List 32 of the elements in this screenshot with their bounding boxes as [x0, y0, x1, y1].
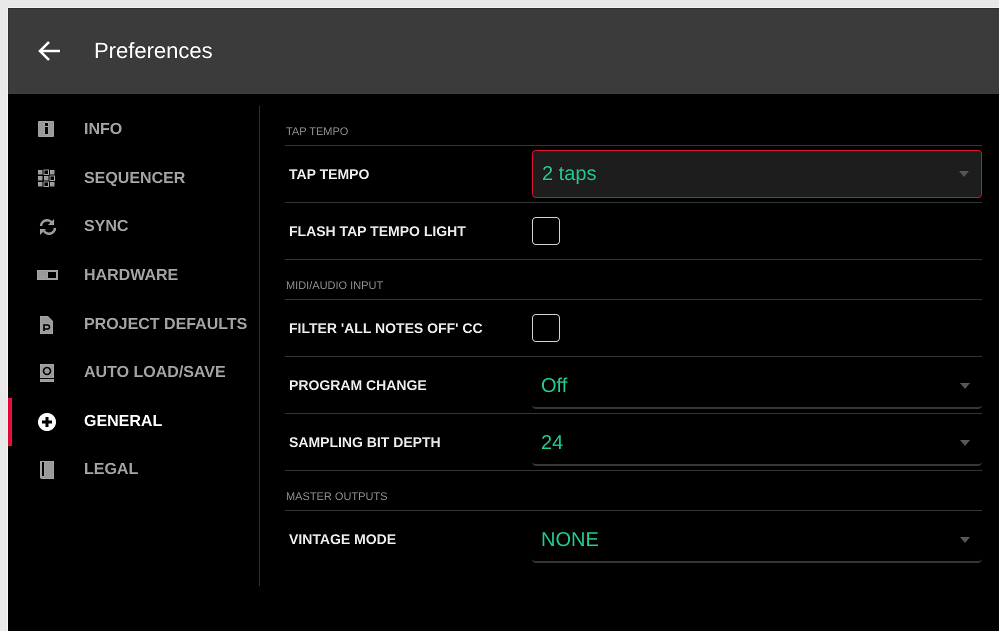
setting-label: VINTAGE MODE: [288, 531, 398, 547]
section-heading: MASTER OUTPUTS: [285, 471, 982, 511]
sidebar-item[interactable]: SEQUENCER: [8, 154, 259, 204]
checkbox[interactable]: [532, 314, 560, 342]
dropdown[interactable]: 24: [532, 422, 982, 466]
dropdown[interactable]: 2 taps: [532, 150, 982, 198]
grid-icon: [36, 168, 58, 189]
sidebar-item[interactable]: GENERAL: [8, 398, 259, 446]
sidebar-item[interactable]: PROJECT DEFAULTS: [8, 300, 259, 349]
sidebar-item[interactable]: HARDWARE: [8, 252, 259, 300]
setting-label: FLASH TAP TEMPO LIGHT: [288, 223, 467, 239]
window-title: Preferences: [94, 38, 213, 64]
setting-label: TAP TEMPO: [288, 166, 370, 182]
sidebar-item[interactable]: SYNC: [8, 203, 259, 252]
sidebar-item[interactable]: LEGAL: [8, 446, 259, 495]
caret-icon: [960, 440, 970, 446]
caret-icon: [960, 537, 970, 543]
plus-icon: [36, 412, 58, 432]
section-heading: TAP TEMPO: [285, 106, 982, 146]
caret-icon: [959, 171, 969, 177]
dropdown[interactable]: NONE: [532, 519, 982, 563]
section-heading: MIDI/AUDIO INPUT: [285, 260, 982, 300]
caret-icon: [960, 383, 970, 389]
setting-label: FILTER 'ALL NOTES OFF' CC: [288, 320, 484, 336]
dropdown[interactable]: Off: [532, 365, 982, 409]
setting-label: PROGRAM CHANGE: [288, 377, 428, 393]
back-button[interactable]: [38, 40, 62, 62]
back-arrow-icon: [38, 40, 62, 62]
sidebar-item[interactable]: INFO: [8, 106, 259, 155]
checkbox[interactable]: [532, 217, 560, 245]
setting-label: SAMPLING BIT DEPTH: [288, 434, 442, 450]
sidebar-item[interactable]: AUTO LOAD/SAVE: [8, 348, 259, 398]
